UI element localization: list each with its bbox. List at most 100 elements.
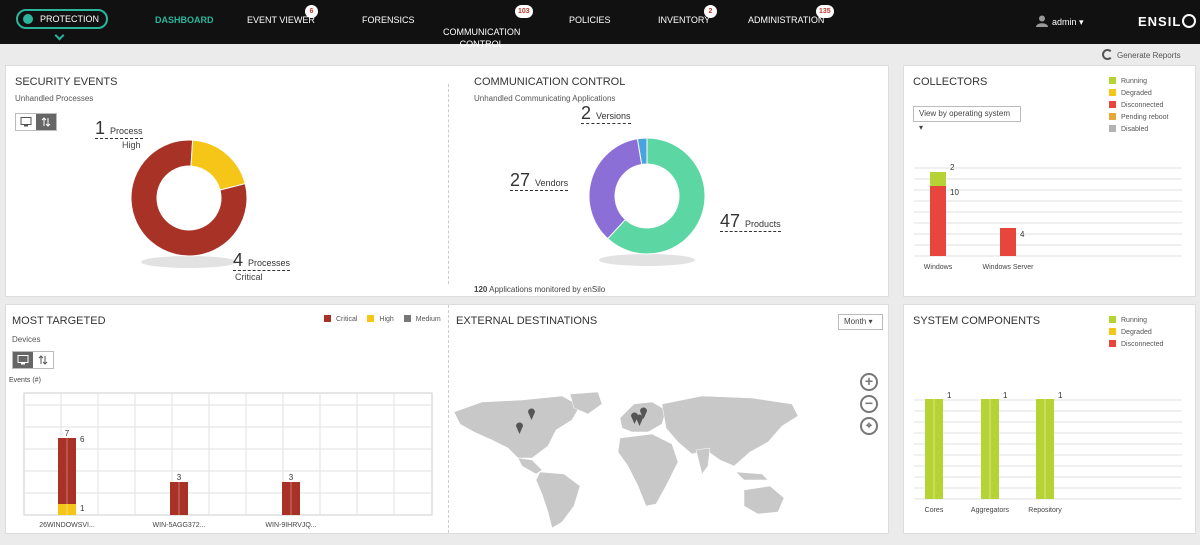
legend-running: Running bbox=[1109, 76, 1168, 88]
chevron-down-icon[interactable] bbox=[54, 30, 65, 41]
category-label: Windows bbox=[924, 264, 953, 271]
legend-critical: Critical bbox=[324, 314, 357, 326]
targeted-view-toggle[interactable] bbox=[12, 351, 54, 369]
map-central-america bbox=[517, 457, 543, 475]
protection-toggle[interactable]: PROTECTION bbox=[16, 9, 108, 29]
nav-label: EVENT VIEWER bbox=[247, 15, 315, 25]
legend-label: Degraded bbox=[1121, 90, 1152, 97]
world-map[interactable] bbox=[452, 390, 802, 530]
data-label: 1 bbox=[1003, 391, 1008, 400]
zoom-in-icon[interactable]: + bbox=[860, 373, 878, 391]
data-label: 4 bbox=[1020, 230, 1025, 239]
critical-unit: Processes bbox=[248, 258, 291, 268]
nav-communication-control[interactable]: COMMUNICATION CONTROL 103 bbox=[443, 5, 533, 62]
bar-disconnected bbox=[1000, 228, 1016, 256]
data-label: 1 bbox=[80, 504, 85, 513]
versions-count[interactable]: 2 Versions bbox=[581, 103, 631, 124]
legend-label: Running bbox=[1121, 78, 1148, 85]
security-comm-panel: SECURITY EVENTS Unhandled Processes 1 Pr… bbox=[5, 65, 889, 297]
targeted-destinations-panel: MOST TARGETED Critical High Medium Devic… bbox=[5, 304, 889, 534]
view-toggle[interactable] bbox=[15, 113, 57, 131]
device-view-button[interactable] bbox=[16, 114, 36, 130]
nav-label: DASHBOARD bbox=[155, 15, 214, 25]
logo-text: ENSIL bbox=[1138, 14, 1182, 29]
legend-label: Disabled bbox=[1121, 126, 1149, 133]
panel-divider bbox=[448, 84, 449, 284]
legend-swatch bbox=[1109, 113, 1116, 120]
legend-swatch bbox=[1109, 316, 1116, 323]
nav-dashboard[interactable]: DASHBOARD bbox=[155, 14, 214, 26]
legend-label: Critical bbox=[336, 316, 358, 323]
system-components-legend: Running Degraded Disconnected bbox=[1109, 315, 1163, 351]
legend-swatch bbox=[1109, 77, 1116, 84]
legend-disconnected: Disconnected bbox=[1109, 339, 1163, 351]
legend-medium: Medium bbox=[403, 314, 441, 326]
donut-slice-vendors bbox=[588, 138, 643, 240]
donut-shadow bbox=[599, 254, 695, 266]
panel-divider bbox=[448, 305, 449, 533]
reports-icon bbox=[1102, 49, 1113, 60]
category-label: Repository bbox=[1028, 507, 1062, 514]
dropdown-value: Month bbox=[844, 317, 867, 326]
legend-swatch bbox=[403, 315, 411, 322]
communication-control-donut[interactable] bbox=[582, 137, 712, 278]
legend-swatch bbox=[1109, 89, 1116, 96]
legend-swatch bbox=[324, 315, 331, 322]
system-components-title: SYSTEM COMPONENTS bbox=[913, 315, 1041, 327]
nav-inventory[interactable]: INVENTORY 2 bbox=[658, 5, 717, 26]
nav-forensics[interactable]: FORENSICS bbox=[362, 14, 415, 26]
legend-label: Pending reboot bbox=[1121, 114, 1169, 121]
os-view-dropdown[interactable]: View by operating system ▾ bbox=[913, 106, 1021, 132]
legend-disabled: Disabled bbox=[1109, 124, 1168, 136]
data-label: 6 bbox=[80, 435, 85, 444]
most-targeted-legend: Critical High Medium bbox=[324, 314, 441, 326]
nav-policies[interactable]: POLICIES bbox=[569, 14, 611, 26]
collectors-legend: Running Degraded Disconnected Pending re… bbox=[1109, 76, 1168, 136]
administration-badge: 135 bbox=[816, 5, 834, 18]
map-africa bbox=[617, 433, 679, 507]
total-label: 7 bbox=[65, 429, 70, 438]
nav-administration[interactable]: ADMINISTRATION 135 bbox=[748, 5, 834, 26]
donut-slice-high bbox=[190, 139, 246, 191]
nav-label: ADMINISTRATION bbox=[748, 15, 825, 25]
zoom-reset-icon[interactable]: ⌖ bbox=[860, 417, 878, 435]
security-events-subtitle: Unhandled Processes bbox=[15, 94, 94, 103]
donut-shadow bbox=[141, 256, 237, 268]
critical-process-count[interactable]: 4 Processes bbox=[233, 250, 291, 271]
legend-disconnected: Disconnected bbox=[1109, 100, 1168, 112]
external-destinations-title: EXTERNAL DESTINATIONS bbox=[456, 315, 598, 327]
system-components-panel: SYSTEM COMPONENTS Running Degraded Disco… bbox=[903, 304, 1196, 534]
process-view-button[interactable] bbox=[33, 352, 53, 368]
legend-label: Disconnected bbox=[1121, 102, 1164, 109]
high-process-count[interactable]: 1 Process bbox=[95, 118, 143, 139]
user-menu[interactable]: admin ▾ bbox=[1036, 15, 1084, 28]
category-label: 26WINDOWSVI... bbox=[39, 522, 95, 529]
zoom-out-icon[interactable]: − bbox=[860, 395, 878, 413]
map-indonesia bbox=[735, 471, 769, 481]
legend-swatch bbox=[1109, 101, 1116, 108]
logo-o-icon bbox=[1182, 14, 1197, 28]
device-view-button[interactable] bbox=[13, 352, 33, 368]
sort-arrows-icon bbox=[38, 355, 48, 365]
vendors-number: 27 bbox=[510, 170, 531, 190]
products-count[interactable]: 47 Products bbox=[720, 211, 781, 232]
username: admin bbox=[1052, 17, 1077, 27]
dropdown-value: View by operating system bbox=[919, 109, 1011, 118]
process-view-button[interactable] bbox=[36, 114, 56, 130]
critical-count: 4 bbox=[233, 250, 244, 270]
nav-label: INVENTORY bbox=[658, 15, 711, 25]
generate-reports-button[interactable]: Generate Reports bbox=[1102, 49, 1181, 60]
versions-label: Versions bbox=[596, 111, 631, 121]
products-label: Products bbox=[745, 219, 781, 229]
vendors-count[interactable]: 27 Vendors bbox=[510, 170, 569, 191]
category-label: Cores bbox=[925, 507, 944, 514]
ensilo-logo: ENSIL bbox=[1138, 14, 1197, 29]
legend-degraded: Degraded bbox=[1109, 327, 1163, 339]
inventory-badge: 2 bbox=[704, 5, 717, 18]
applications-monitored: 120 Applications monitored by enSilo bbox=[474, 285, 605, 294]
applications-count: 120 bbox=[474, 285, 488, 294]
period-dropdown[interactable]: Month ▾ bbox=[838, 314, 883, 330]
nav-event-viewer[interactable]: EVENT VIEWER 6 bbox=[247, 5, 318, 26]
total-label: 3 bbox=[289, 473, 294, 482]
legend-label: Running bbox=[1121, 317, 1148, 324]
